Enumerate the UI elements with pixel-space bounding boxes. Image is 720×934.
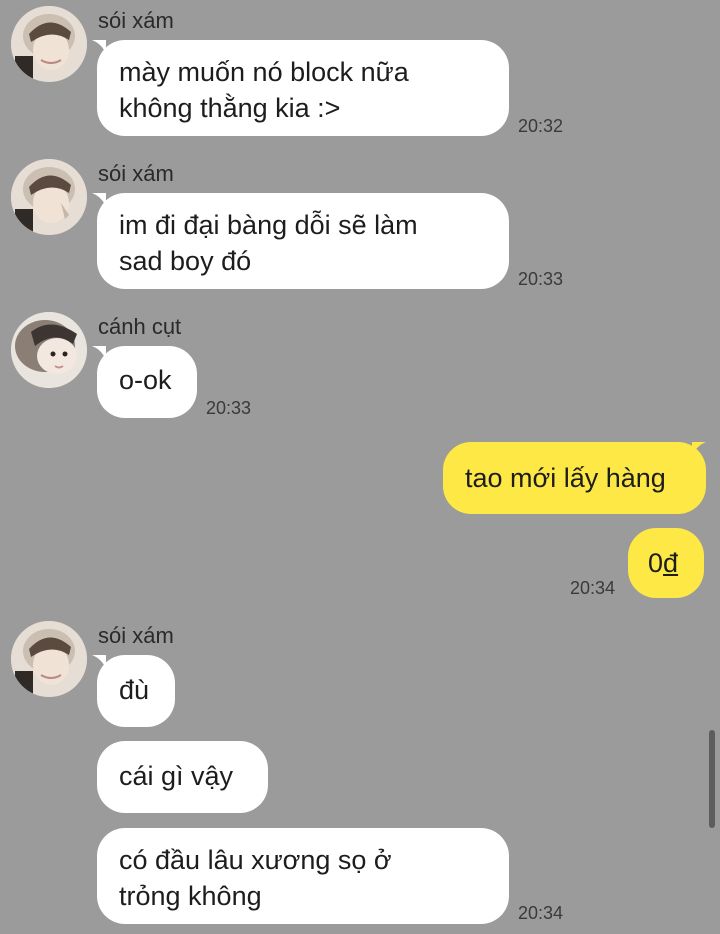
currency-symbol: đ — [663, 548, 679, 578]
avatar-wolf-icon — [11, 6, 87, 82]
avatar[interactable] — [11, 159, 87, 235]
message-time: 20:32 — [518, 116, 564, 136]
message-bubble[interactable]: có đầu lâu xương sọ ở trỏng không — [97, 828, 509, 924]
sender-name: sói xám — [98, 8, 174, 33]
scrollbar[interactable] — [709, 730, 715, 828]
sender-name: sói xám — [98, 623, 174, 648]
message-time: 20:34 — [518, 903, 564, 923]
avatar-wolf-icon — [11, 159, 87, 235]
avatar-wolf-icon — [11, 621, 87, 697]
avatar[interactable] — [11, 6, 87, 82]
avatar-penguin-icon — [11, 312, 87, 388]
message-text-amount: 0 — [648, 548, 664, 578]
avatar[interactable] — [11, 621, 87, 697]
message-bubble[interactable]: mày muốn nó block nữa không thằng kia :> — [97, 40, 509, 136]
message-text-line: không thằng kia :> — [119, 93, 341, 123]
message-bubble-outgoing[interactable]: 0đ — [628, 528, 704, 598]
sender-name: cánh cụt — [98, 314, 182, 339]
message-bubble[interactable]: im đi đại bàng dỗi sẽ làm sad boy đó — [97, 193, 509, 289]
message-bubble[interactable]: đù — [97, 655, 175, 727]
message-text-line: mày muốn nó block nữa — [119, 57, 409, 87]
message-time: 20:33 — [206, 398, 252, 418]
message-text: 0đ — [648, 545, 684, 581]
message-bubble-outgoing[interactable]: tao mới lấy hàng — [443, 442, 706, 514]
message-time: 20:33 — [518, 269, 564, 289]
message-text: o-ok — [119, 365, 172, 395]
avatar[interactable] — [11, 312, 87, 388]
chat-thread[interactable]: sói xám mày muốn nó block nữa không thằn… — [0, 0, 720, 934]
message-bubble[interactable]: o-ok — [97, 346, 197, 418]
message-bubble[interactable]: cái gì vậy — [97, 741, 268, 813]
message-text: đù — [119, 675, 150, 705]
message-text-line: im đi đại bàng dỗi sẽ làm — [119, 210, 418, 240]
message-time: 20:34 — [570, 578, 616, 598]
message-text: tao mới lấy hàng — [465, 463, 666, 493]
sender-name: sói xám — [98, 161, 174, 186]
message-text: cái gì vậy — [119, 761, 234, 791]
message-text-line: có đầu lâu xương sọ ở — [119, 845, 392, 875]
message-text-line: trỏng không — [119, 881, 262, 911]
message-text-line: sad boy đó — [119, 246, 252, 276]
